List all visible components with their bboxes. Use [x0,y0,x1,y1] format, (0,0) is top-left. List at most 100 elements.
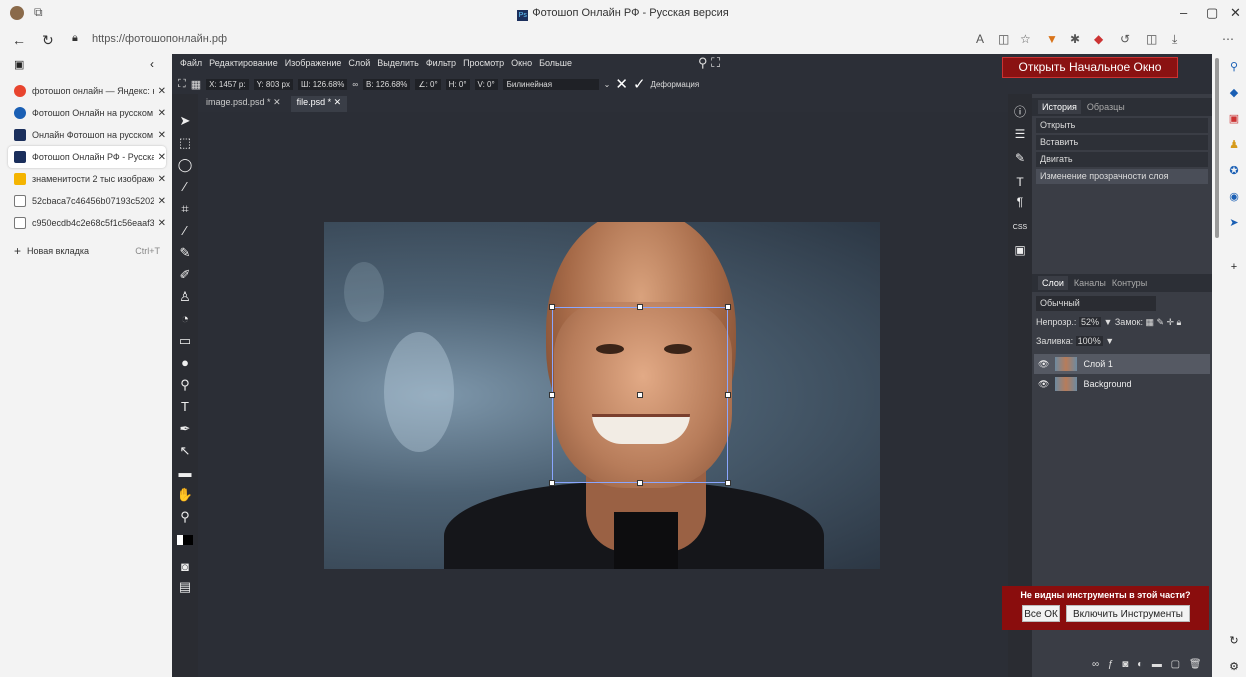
dodge-tool-icon[interactable]: ⚲ [176,376,194,394]
marquee-tool-icon[interactable]: ⬚ [176,134,194,152]
search-icon[interactable]: ⚲ ⛶ [698,55,720,71]
opacity-field[interactable]: 52% [1078,317,1101,327]
lasso-tool-icon[interactable]: ◯ [176,156,194,174]
menu-layer[interactable]: Слой [348,58,370,68]
magic-wand-tool-icon[interactable]: ⁄ [176,178,194,196]
extension-fox-icon[interactable]: ▼ [1046,32,1058,46]
minimize-button[interactable]: – [1180,5,1187,20]
healing-tool-icon[interactable]: ✎ [176,244,194,262]
tab-channels[interactable]: Каналы [1074,278,1106,288]
chevron-down-icon[interactable]: ⌄ [604,80,611,89]
tab-item[interactable]: Онлайн Фотошоп на русском б ✕ [8,124,166,146]
favorite-star-icon[interactable]: ☆ [1020,32,1031,46]
history-brush-tool-icon[interactable]: ◔ [176,310,194,328]
menu-edit[interactable]: Редактирование [209,58,278,68]
page-scrollbar[interactable] [1212,54,1222,677]
reference-point-icon[interactable]: ▦ [191,78,201,91]
info-icon[interactable]: ⓘ [1012,104,1028,120]
image-panel-icon[interactable]: ▣ [1012,242,1028,258]
canvas-area[interactable] [198,112,1008,677]
collections-icon[interactable]: ◫ [1146,32,1157,46]
transform-handle[interactable] [725,480,731,486]
transform-handle[interactable] [637,392,643,398]
close-tab-icon[interactable]: ✕ [158,152,166,163]
eraser-tool-icon[interactable]: ▭ [176,332,194,350]
shape-tool-icon[interactable]: ▬ [176,464,194,482]
transform-handle[interactable] [549,392,555,398]
scrollbar-thumb[interactable] [1215,58,1219,238]
width-field[interactable]: Ш: 126.68% [297,78,348,90]
close-tab-icon[interactable]: ✕ [158,196,166,207]
interpolation-select[interactable]: Билинейная [502,78,599,90]
enable-tools-button[interactable]: Включить Инструменты [1066,605,1190,622]
all-ok-button[interactable]: Все ОК [1022,605,1060,622]
games-icon[interactable]: ♟ [1227,138,1241,152]
transform-handle[interactable] [637,480,643,486]
y-field[interactable]: Y: 803 px [253,78,293,90]
fill-field[interactable]: 100% [1075,336,1103,346]
menu-filter[interactable]: Фильтр [426,58,456,68]
history-item-current[interactable]: Изменение прозрачности слоя [1036,169,1208,184]
back-button[interactable]: ← [12,32,26,48]
move-tool-icon[interactable]: ➤ [176,112,194,130]
copilot-icon[interactable]: ✪ [1227,164,1241,178]
layer-actions-icons[interactable]: ∞ ƒ ◙ ◐ ▬ ▢ 🗑︎ [1092,659,1205,670]
tab-item[interactable]: Фотошоп Онлайн на русском я ✕ [8,102,166,124]
blur-tool-icon[interactable]: ● [176,354,194,372]
vskew-field[interactable]: V: 0° [474,78,498,90]
add-app-icon[interactable]: + [1227,260,1241,274]
link-icon[interactable]: ∞ [352,80,358,89]
zoom-tool-icon[interactable]: ⚲ [176,508,194,526]
visibility-eye-icon[interactable]: 👁︎ [1038,379,1049,390]
tab-item[interactable]: c950ecdb4c2e68c5f1c56eaaf39e ✕ [8,212,166,234]
x-field[interactable]: X: 1457 p: [206,78,249,90]
tab-item[interactable]: фотошоп онлайн — Яндекс: на ✕ [8,80,166,102]
tab-history[interactable]: История [1038,100,1081,114]
cancel-transform-icon[interactable]: ✕ [615,75,628,93]
path-select-tool-icon[interactable]: ↖ [176,442,194,460]
layer-row[interactable]: 👁︎ Слой 1 [1034,354,1210,374]
lock-icons[interactable]: ▦ ✎ ✛ 🔒︎ [1145,317,1181,327]
close-tab-icon[interactable]: ✕ [158,130,166,141]
close-tab-icon[interactable]: ✕ [158,86,166,97]
crop-tool-icon[interactable]: ⌗ [176,200,194,218]
read-aloud-icon[interactable]: A [976,32,984,46]
blend-mode-select[interactable]: Обычный [1036,296,1156,311]
close-tab-icon[interactable]: ✕ [158,108,166,119]
transform-bounding-box[interactable] [549,304,731,486]
history-item[interactable]: Вставить [1036,135,1208,150]
transform-handle[interactable] [725,304,731,310]
angle-field[interactable]: ∠: 0° [415,78,441,90]
warp-button[interactable]: Деформация [651,80,700,89]
split-screen-icon[interactable]: ◫ [998,32,1009,46]
brush-tool-icon[interactable]: ✐ [176,266,194,284]
menu-file[interactable]: Файл [180,58,202,68]
close-tab-icon[interactable]: ✕ [158,174,166,185]
type-tool-icon[interactable]: T [176,398,194,416]
more-menu-icon[interactable]: ⋯ [1222,32,1234,46]
search-icon[interactable]: ⚲ [1227,60,1241,74]
tools-icon[interactable]: ▣ [1227,112,1241,126]
transform-handle[interactable] [725,392,731,398]
visibility-eye-icon[interactable]: 👁︎ [1038,359,1049,370]
character-icon[interactable]: T [1012,174,1028,190]
brush-settings-icon[interactable]: ✎ [1012,150,1028,166]
menu-window[interactable]: Окно [511,58,532,68]
menu-view[interactable]: Просмотр [463,58,504,68]
quick-mask-icon[interactable]: ◙ [176,558,194,576]
transform-handle[interactable] [549,304,555,310]
close-doc-icon[interactable]: ✕ [273,97,281,107]
extension-puzzle-icon[interactable]: ✱ [1070,32,1080,46]
lock-icon[interactable]: 🔒︎ [72,32,78,45]
properties-icon[interactable]: ☰ [1012,126,1028,142]
restore-button[interactable]: ▢ [1206,5,1218,21]
close-tab-icon[interactable]: ✕ [158,218,166,229]
tab-layers[interactable]: Слои [1038,276,1068,290]
collapse-sidebar-icon[interactable]: ‹ [150,57,154,71]
close-doc-icon[interactable]: ✕ [334,97,342,107]
doc-tab[interactable]: image.psd.psd * ✕ [200,96,287,112]
tab-actions-icon[interactable]: ▣ [14,58,24,71]
transform-handle[interactable] [549,480,555,486]
doc-tab-active[interactable]: file.psd * ✕ [290,96,348,112]
open-start-window-button[interactable]: Открыть Начальное Окно [1002,57,1178,78]
